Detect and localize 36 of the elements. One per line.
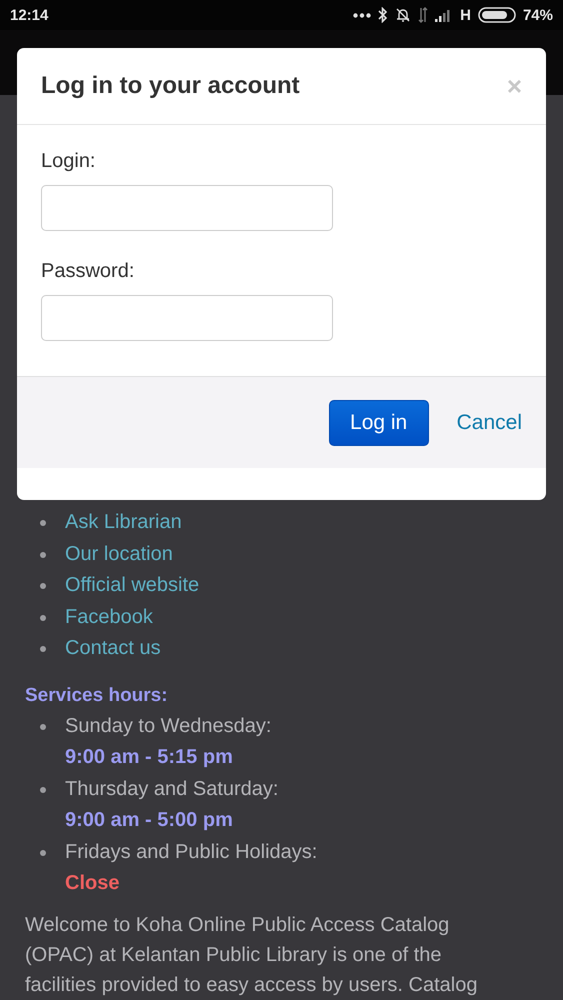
hours-time: 9:00 am - 5:15 pm bbox=[65, 745, 234, 770]
section-heading: Services hours: bbox=[25, 684, 169, 708]
clock: 12:14 bbox=[10, 6, 48, 24]
more-icon bbox=[353, 12, 372, 18]
bullet-icon bbox=[40, 520, 46, 526]
page-link[interactable]: Our location bbox=[65, 542, 173, 564]
bluetooth-icon bbox=[378, 7, 388, 23]
bullet-icon bbox=[40, 786, 46, 792]
field-label: Password: bbox=[41, 259, 136, 283]
battery-percent: 74% bbox=[522, 6, 553, 24]
hours-day: Sunday to Wednesday: bbox=[65, 714, 272, 736]
page-link[interactable]: Facebook bbox=[65, 606, 153, 628]
dialog-title: Log in to your account bbox=[41, 72, 301, 100]
bullet-icon bbox=[40, 646, 46, 652]
hours-time: Close bbox=[65, 871, 120, 896]
battery-icon bbox=[478, 7, 516, 23]
data-arrows-icon bbox=[418, 7, 428, 23]
cancel-link[interactable]: Cancel bbox=[456, 410, 522, 434]
hours-day: Thursday and Saturday: bbox=[65, 778, 278, 800]
input-field[interactable] bbox=[41, 295, 333, 341]
login-button[interactable]: Log in bbox=[328, 400, 429, 446]
hours-time: 9:00 am - 5:00 pm bbox=[65, 808, 234, 833]
page-link[interactable]: Contact us bbox=[65, 637, 161, 659]
field-label: Login: bbox=[41, 149, 96, 173]
bullet-icon bbox=[40, 614, 46, 620]
page-link[interactable]: Official website bbox=[65, 574, 200, 596]
muted-bell-icon bbox=[395, 7, 412, 23]
hours-day: Fridays and Public Holidays: bbox=[65, 840, 318, 862]
network-type: H bbox=[460, 6, 471, 24]
bullet-icon bbox=[40, 724, 46, 730]
welcome-paragraph: Welcome to Koha Online Public Access Catalog (OPAC) at Kelantan Public Library is one of the facilities provided to easy access by users. Catalog bbox=[25, 912, 478, 998]
bullet-icon bbox=[40, 850, 46, 856]
page-link[interactable]: Ask Librarian bbox=[65, 511, 182, 533]
bullet-icon bbox=[40, 583, 46, 589]
input-field[interactable] bbox=[41, 185, 333, 231]
bullet-icon bbox=[40, 552, 46, 558]
